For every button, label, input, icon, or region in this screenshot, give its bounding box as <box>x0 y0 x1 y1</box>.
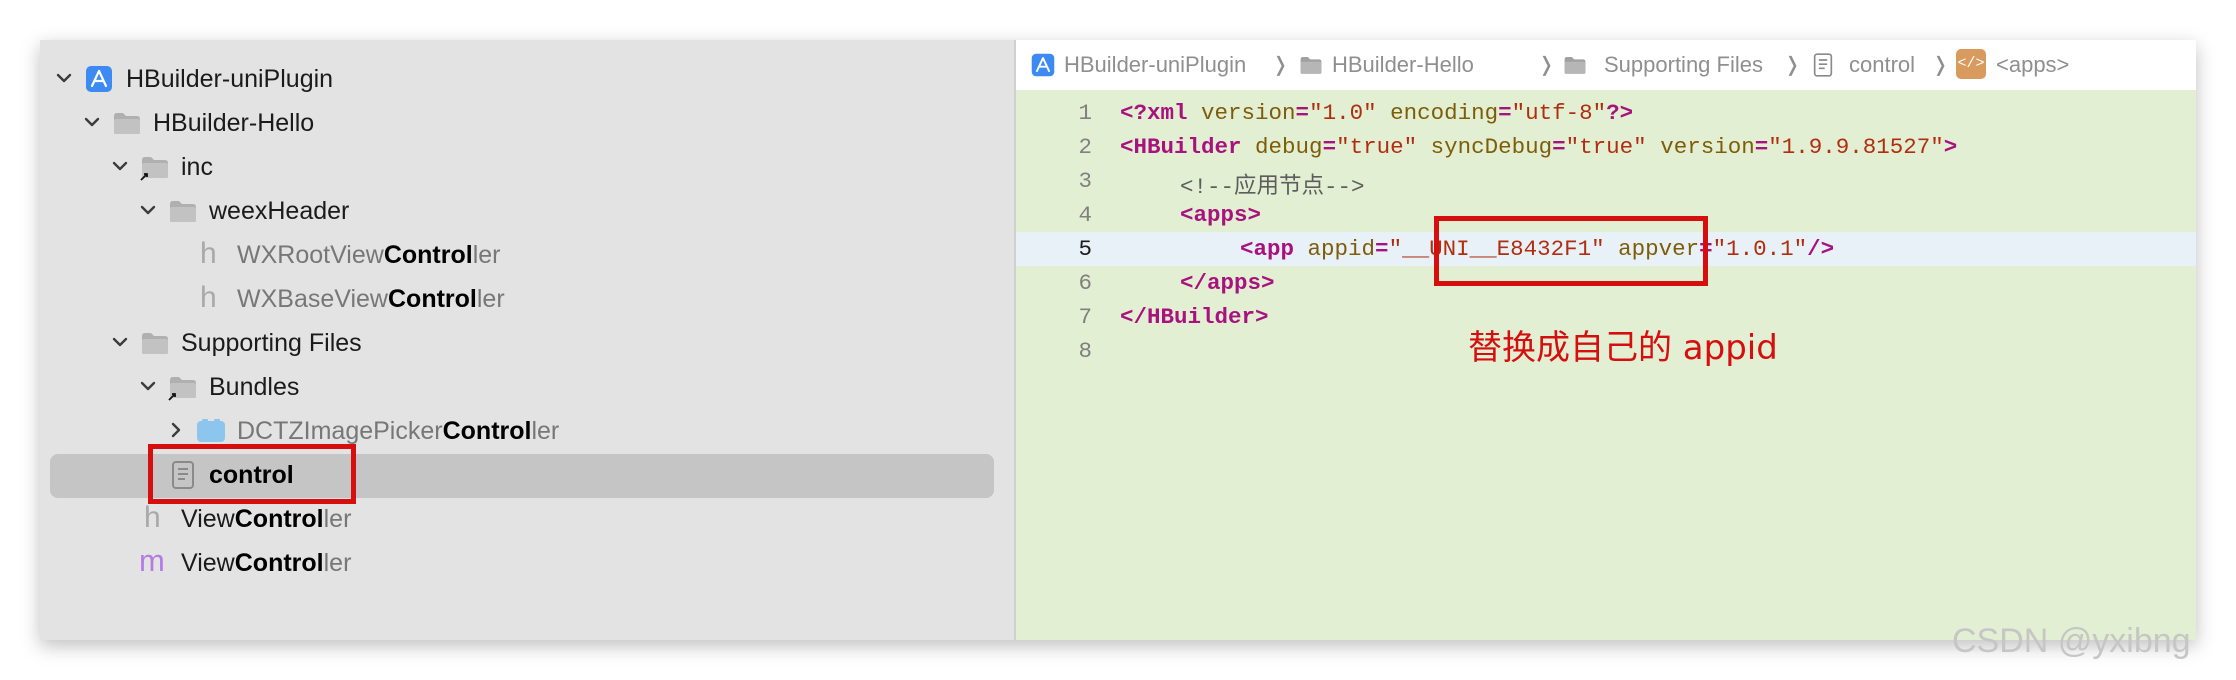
tree-item-label: WXBaseViewController <box>237 285 505 313</box>
folder-icon <box>1300 57 1322 74</box>
watermark: CSDN @yxibng <box>1952 622 2191 660</box>
tree-item-label: Bundles <box>209 373 300 401</box>
line-number: 6 <box>1078 270 1092 296</box>
folder-icon <box>114 113 140 134</box>
highlight-box-control <box>148 444 356 504</box>
line-number: 3 <box>1078 168 1092 194</box>
tree-item-inc[interactable]: inc <box>40 145 1014 189</box>
code-text: <HBuilder debug="true" syncDebug="true" … <box>1120 134 1958 160</box>
breadcrumb-file[interactable]: control <box>1849 52 1915 78</box>
code-comment: <!--应用节点--> <box>1180 174 1365 200</box>
bundle-icon <box>197 419 225 442</box>
chevron-down-icon[interactable] <box>82 112 102 132</box>
breadcrumb-separator-icon: ❭ <box>1784 54 1801 76</box>
tree-item-weexheader[interactable]: weexHeader <box>40 189 1014 233</box>
tree-item-wxrootviewcontroller[interactable]: h WXRootViewController <box>40 233 1014 277</box>
tree-item-label: HBuilder-Hello <box>153 109 315 137</box>
code-text: </apps> <box>1180 270 1275 296</box>
breadcrumb-project[interactable]: HBuilder-uniPlugin <box>1064 52 1246 78</box>
xcode-window: HBuilder-uniPlugin HBuilder-Hello inc we… <box>40 40 2196 640</box>
objc-implementation-icon: m <box>139 543 165 578</box>
tree-item-label: ViewController <box>181 549 352 577</box>
xcode-project-icon <box>86 66 112 92</box>
line-number: 8 <box>1078 338 1092 364</box>
folder-icon <box>1564 57 1586 74</box>
breadcrumb-group[interactable]: HBuilder-Hello <box>1332 52 1474 78</box>
tree-item-label: inc <box>181 153 213 181</box>
project-navigator: HBuilder-uniPlugin HBuilder-Hello inc we… <box>40 40 1014 640</box>
chevron-down-icon[interactable] <box>110 156 130 176</box>
chevron-down-icon[interactable] <box>110 332 130 352</box>
line-number: 1 <box>1078 100 1092 126</box>
tree-item-hbuilder-uniplugin[interactable]: HBuilder-uniPlugin <box>40 57 1014 101</box>
breadcrumb-separator-icon: ❭ <box>1538 54 1555 76</box>
tree-item-label: WXRootViewController <box>237 241 501 269</box>
header-file-icon: h <box>200 281 217 314</box>
line-number: 5 <box>1078 236 1092 262</box>
tree-item-wxbaseviewcontroller[interactable]: h WXBaseViewController <box>40 277 1014 321</box>
code-line-1[interactable]: 1 <?xml version="1.0" encoding="utf-8"?> <box>1016 96 2196 130</box>
folder-icon <box>170 201 196 222</box>
chevron-down-icon[interactable] <box>54 68 74 88</box>
breadcrumb-separator-icon: ❭ <box>1932 54 1949 76</box>
tree-item-bundles[interactable]: Bundles <box>40 365 1014 409</box>
xml-element-icon: </> <box>1956 49 1986 79</box>
code-text: </HBuilder> <box>1120 304 1269 330</box>
line-number: 7 <box>1078 304 1092 330</box>
folder-alias-icon <box>168 377 196 401</box>
tree-item-label: HBuilder-uniPlugin <box>126 65 334 93</box>
annotation-text: 替换成自己的 appid <box>1468 328 1778 368</box>
line-number: 4 <box>1078 202 1092 228</box>
breadcrumb-element[interactable]: <apps> <box>1996 52 2069 78</box>
chevron-right-icon[interactable] <box>166 420 186 440</box>
folder-icon <box>142 333 168 354</box>
tree-item-viewcontroller-implementation[interactable]: m ViewController <box>40 541 1014 585</box>
tree-item-supporting-files[interactable]: Supporting Files <box>40 321 1014 365</box>
chevron-down-icon[interactable] <box>138 200 158 220</box>
header-file-icon: h <box>144 501 161 534</box>
tree-item-hbuilder-hello[interactable]: HBuilder-Hello <box>40 101 1014 145</box>
code-text: <apps> <box>1180 202 1262 228</box>
tree-item-label: Supporting Files <box>181 329 362 357</box>
code-line-3[interactable]: 3 <!--应用节点--> <box>1016 164 2196 200</box>
chevron-down-icon[interactable] <box>138 376 158 396</box>
xcode-project-icon <box>1031 53 1055 77</box>
tree-item-label: weexHeader <box>209 197 350 225</box>
xml-file-icon <box>1813 53 1833 77</box>
folder-alias-icon <box>140 157 168 181</box>
tree-item-label: DCTZImagePickerController <box>237 417 560 445</box>
line-number: 2 <box>1078 134 1092 160</box>
highlight-box-appid <box>1434 216 1708 286</box>
jump-bar: HBuilder-uniPlugin ❭ HBuilder-Hello ❭ Su… <box>1016 40 2196 90</box>
code-text: <?xml version="1.0" encoding="utf-8"?> <box>1120 100 1634 126</box>
breadcrumb-supporting-files[interactable]: Supporting Files <box>1604 52 1763 78</box>
breadcrumb-separator-icon: ❭ <box>1272 54 1289 76</box>
tree-item-label: ViewController <box>181 505 352 533</box>
code-line-2[interactable]: 2 <HBuilder debug="true" syncDebug="true… <box>1016 130 2196 164</box>
header-file-icon: h <box>200 237 217 270</box>
